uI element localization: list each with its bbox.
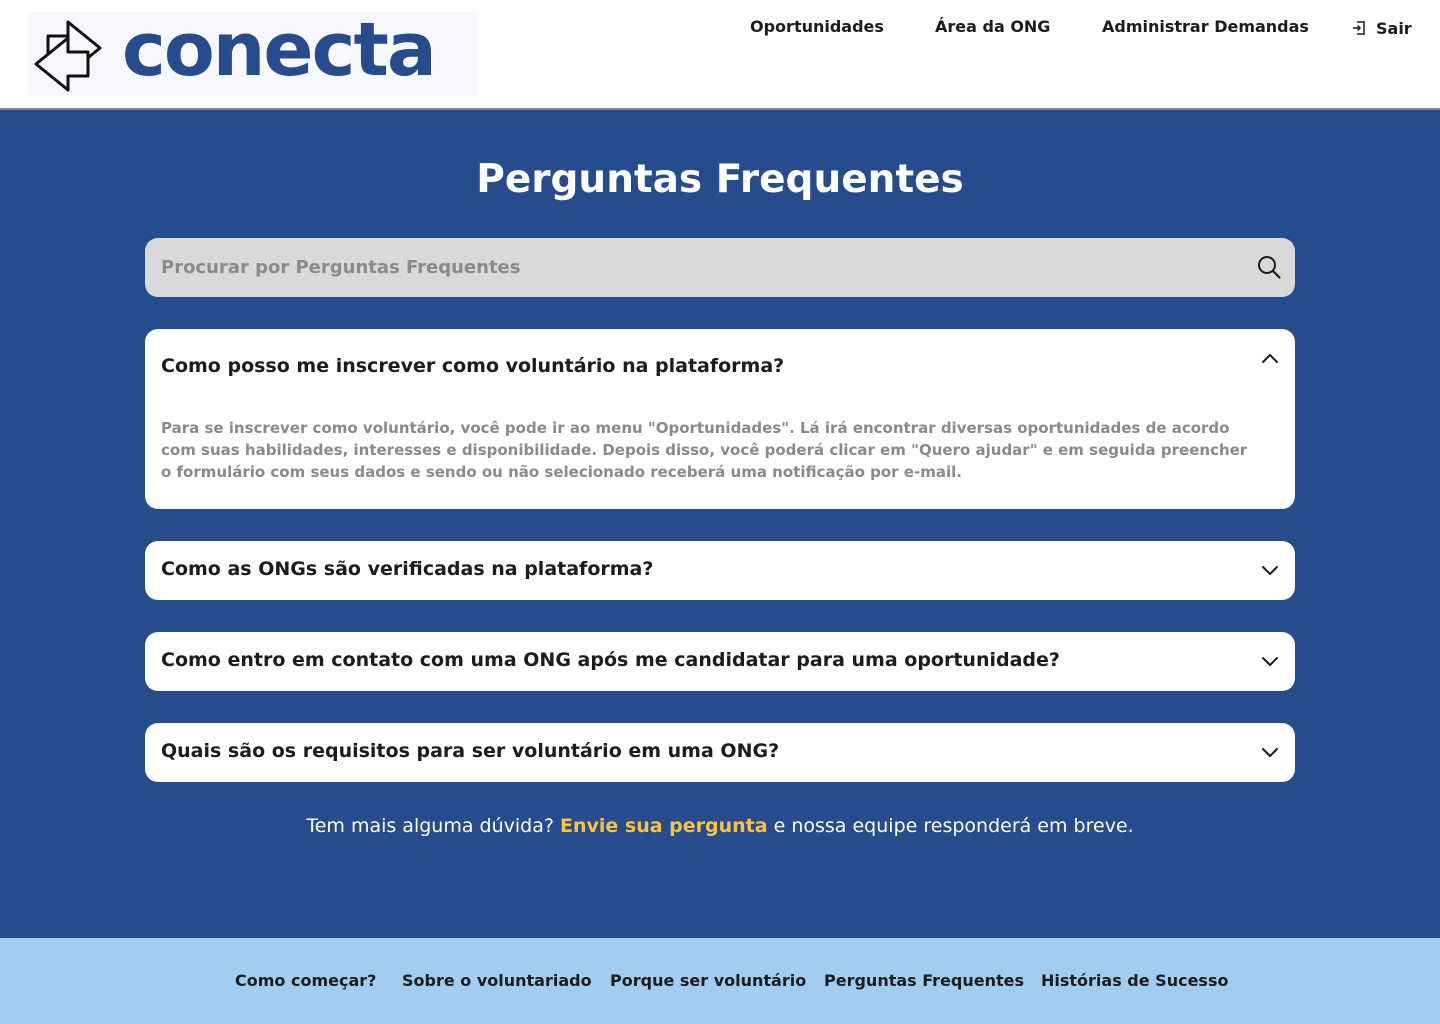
logout-button[interactable]: Sair xyxy=(1351,17,1412,39)
page-title: Perguntas Frequentes xyxy=(476,157,964,202)
footer-link-about-volunteering[interactable]: Sobre o voluntariado xyxy=(402,971,592,990)
chevron-up-icon[interactable] xyxy=(1259,347,1281,369)
footer-link-faq[interactable]: Perguntas Frequentes xyxy=(824,971,1024,990)
more-questions-text: Tem mais alguma dúvida? Envie sua pergun… xyxy=(0,815,1440,837)
brand-name: conecta xyxy=(122,7,437,93)
faq-item[interactable]: Como as ONGs são verificadas na platafor… xyxy=(145,541,1295,600)
footer-link-success-stories[interactable]: Histórias de Sucesso xyxy=(1041,971,1228,990)
chevron-down-icon[interactable] xyxy=(1259,559,1281,581)
footer-link-getting-started[interactable]: Como começar? xyxy=(235,971,376,990)
nav-link-ong-area[interactable]: Área da ONG xyxy=(935,17,1050,39)
more-suffix: e nossa equipe responderá em breve. xyxy=(767,815,1134,837)
send-question-link[interactable]: Envie sua pergunta xyxy=(560,815,768,837)
logo[interactable]: conecta xyxy=(28,8,478,96)
header: conecta Oportunidades Área da ONG Admini… xyxy=(0,0,1440,110)
chevron-down-icon[interactable] xyxy=(1259,650,1281,672)
nav-link-manage-demands[interactable]: Administrar Demandas xyxy=(1102,17,1309,39)
faq-item[interactable]: Como entro em contato com uma ONG após m… xyxy=(145,632,1295,691)
logout-icon xyxy=(1353,21,1365,35)
search-input[interactable] xyxy=(161,238,1231,297)
faq-answer: Para se inscrever como voluntário, você … xyxy=(161,419,1248,481)
arrows-exchange-icon xyxy=(34,20,102,92)
faq-item[interactable]: Quais são os requisitos para ser voluntá… xyxy=(145,723,1295,782)
chevron-down-icon[interactable] xyxy=(1259,741,1281,763)
search-icon[interactable] xyxy=(1257,255,1281,279)
faq-question[interactable]: Como as ONGs são verificadas na platafor… xyxy=(161,558,653,580)
footer-link-why-volunteer[interactable]: Porque ser voluntário xyxy=(610,971,806,990)
logout-label: Sair xyxy=(1376,18,1412,38)
faq-item: Como posso me inscrever como voluntário … xyxy=(145,329,1295,509)
search-bar xyxy=(145,238,1295,297)
more-prefix: Tem mais alguma dúvida? xyxy=(306,815,560,837)
faq-question[interactable]: Como posso me inscrever como voluntário … xyxy=(161,355,784,377)
nav-link-opportunities[interactable]: Oportunidades xyxy=(750,17,884,39)
faq-question[interactable]: Quais são os requisitos para ser voluntá… xyxy=(161,740,779,762)
faq-question[interactable]: Como entro em contato com uma ONG após m… xyxy=(161,649,1060,671)
footer: Como começar? Sobre o voluntariado Porqu… xyxy=(0,938,1440,1024)
